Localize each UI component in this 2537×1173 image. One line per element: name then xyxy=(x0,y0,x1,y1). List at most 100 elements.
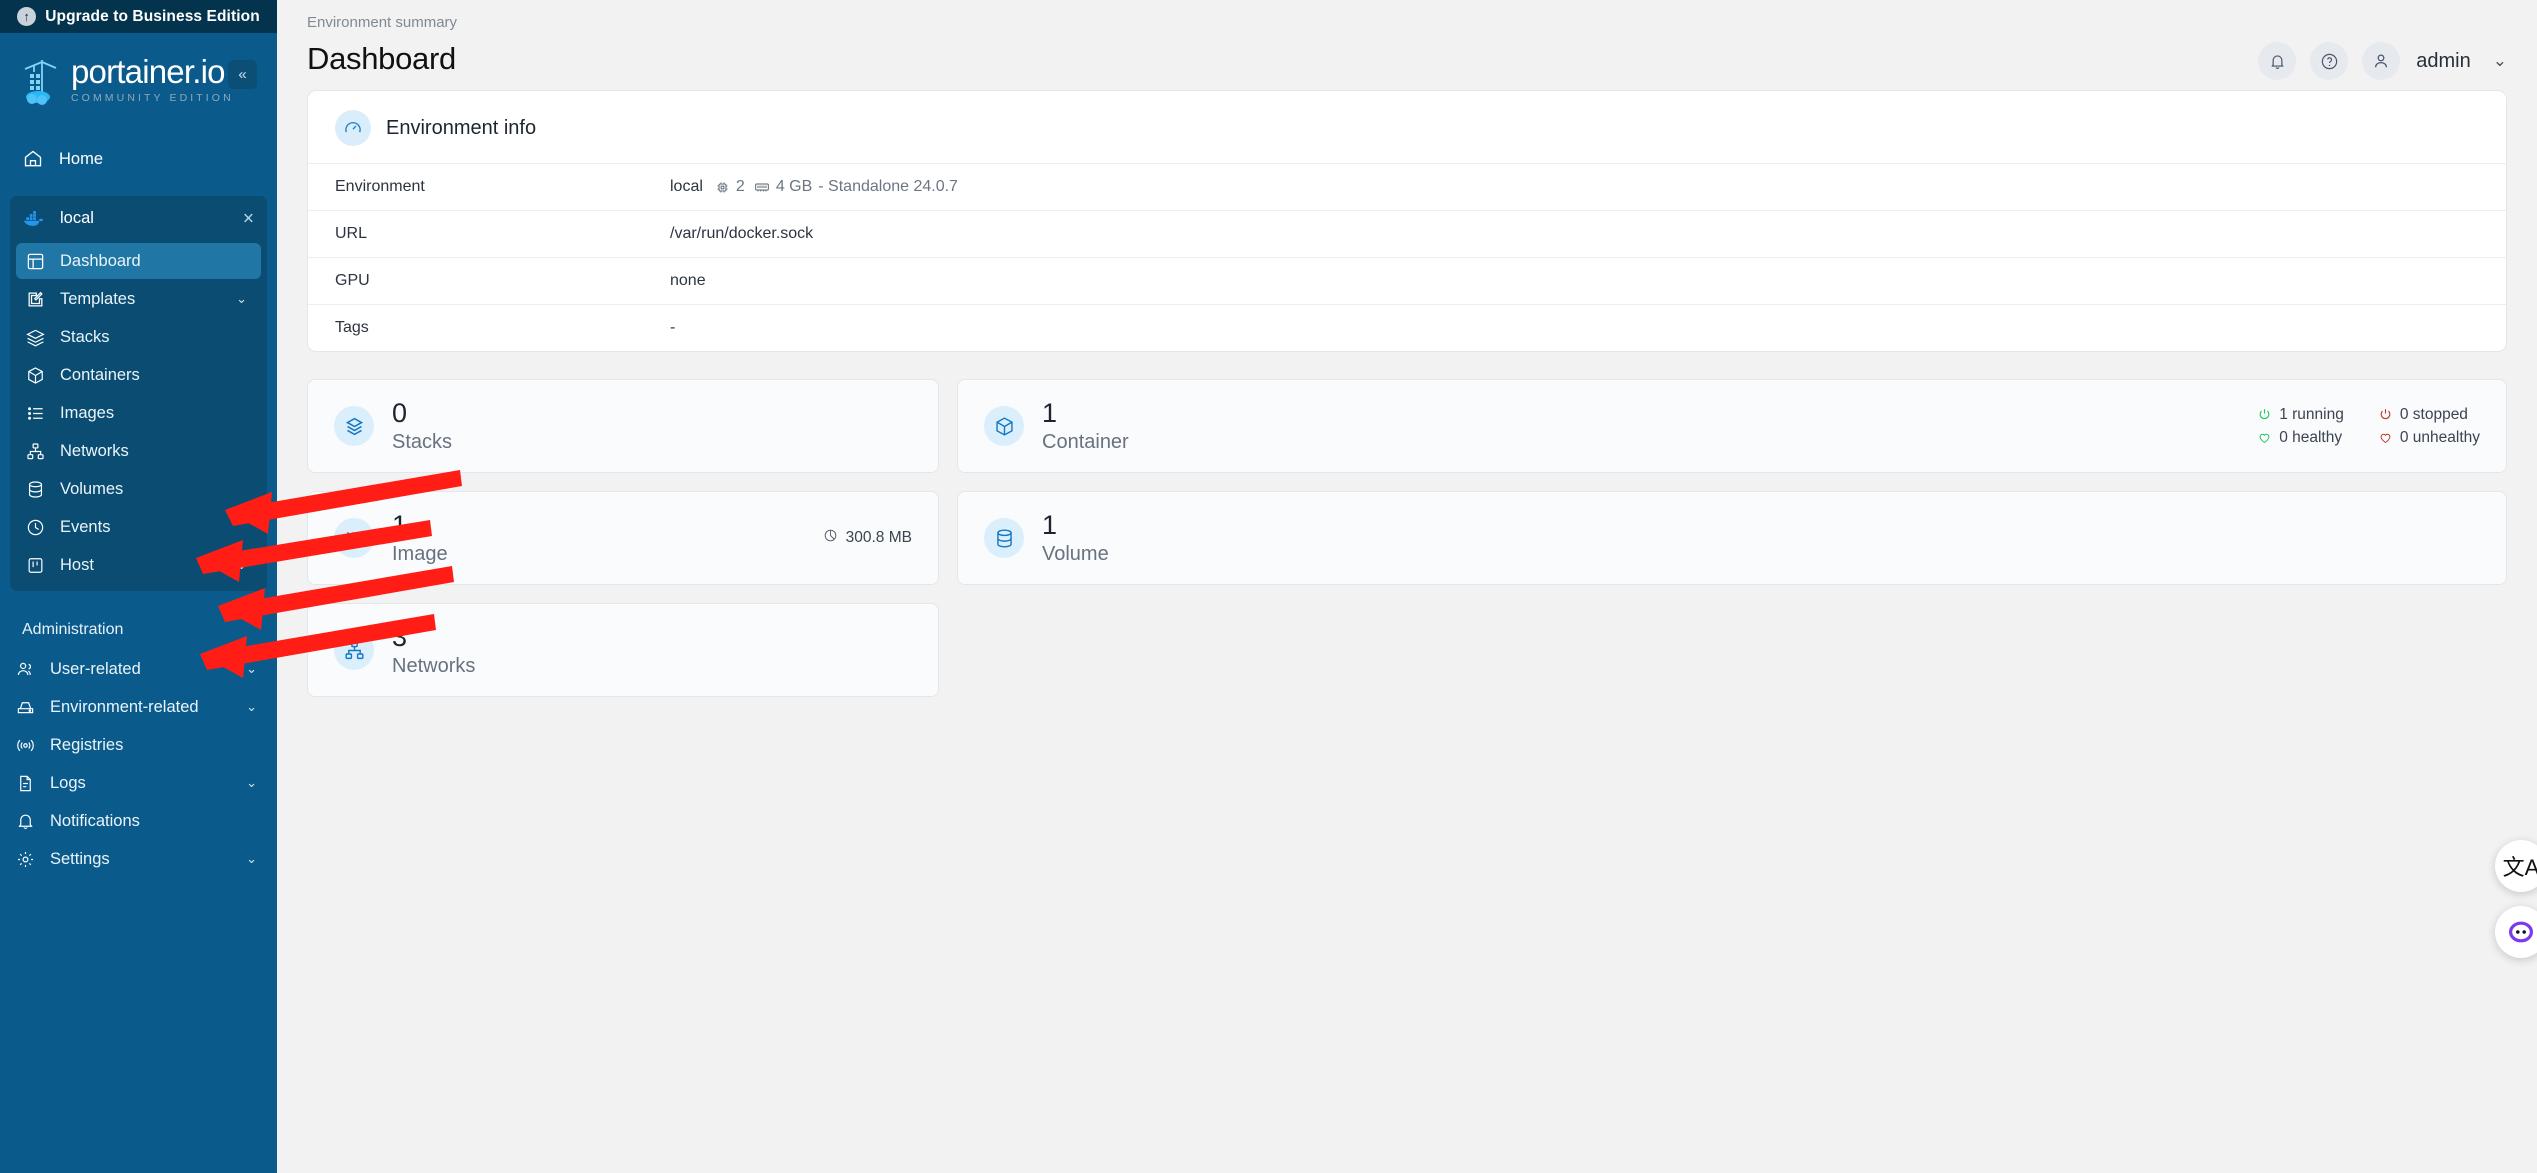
sidebar-item-containers[interactable]: Containers xyxy=(16,357,261,393)
images-label: Image xyxy=(392,542,448,565)
sidebar-item-home-label: Home xyxy=(59,149,104,168)
environment-info-card: Environment info Environment local 2 4 G… xyxy=(307,90,2507,352)
sidebar-item-images[interactable]: Images xyxy=(16,395,261,431)
list-icon xyxy=(334,518,374,558)
sidebar-item-notifications[interactable]: Notifications xyxy=(6,803,271,839)
help-button[interactable] xyxy=(2310,42,2349,80)
sidebar-item-registries[interactable]: Registries xyxy=(6,727,271,763)
sidebar-item-networks[interactable]: Networks xyxy=(16,433,261,469)
box-icon xyxy=(984,406,1024,446)
stat-card-volumes[interactable]: 1 Volume xyxy=(957,491,2507,585)
stat-text: 3 Networks xyxy=(392,622,475,679)
sidebar-item-environment-related-label: Environment-related xyxy=(50,697,199,716)
sidebar-item-host-label: Host xyxy=(60,555,94,574)
chevron-down-icon: ⌄ xyxy=(246,661,257,676)
home-icon xyxy=(22,149,44,169)
pie-chart-icon xyxy=(823,528,838,548)
containers-stopped: 0 stopped xyxy=(2378,406,2480,424)
upgrade-arrow-icon: ↑ xyxy=(17,7,37,26)
containers-unhealthy: 0 unhealthy xyxy=(2378,429,2480,447)
containers-status-grid: 1 running 0 stopped 0 healthy 0 unhealth… xyxy=(2257,406,2480,447)
sidebar-item-volumes[interactable]: Volumes xyxy=(16,471,261,507)
heart-icon xyxy=(2378,430,2393,445)
sidebar-item-logs[interactable]: Logs ⌄ xyxy=(6,765,271,801)
upgrade-banner[interactable]: ↑ Upgrade to Business Edition xyxy=(0,0,277,33)
sidebar-item-logs-label: Logs xyxy=(50,773,86,792)
layout-icon xyxy=(24,252,46,271)
sidebar-item-events[interactable]: Events xyxy=(16,509,261,545)
sidebar-item-settings[interactable]: Settings ⌄ xyxy=(6,841,271,877)
environment-group: local × Dashboard Templates ⌄ Stacks Con… xyxy=(10,196,267,591)
images-size-label: 300.8 MB xyxy=(845,529,912,546)
sidebar-item-events-label: Events xyxy=(60,517,111,536)
database-icon xyxy=(984,518,1024,558)
env-row-value: /var/run/docker.sock xyxy=(670,225,814,242)
stat-card-stacks[interactable]: 0 Stacks xyxy=(307,379,939,473)
containers-unhealthy-label: 0 unhealthy xyxy=(2399,428,2480,446)
notifications-button[interactable] xyxy=(2258,42,2297,80)
stacks-count: 0 xyxy=(392,397,408,428)
heart-icon xyxy=(2257,430,2272,445)
environment-header[interactable]: local × xyxy=(10,196,267,241)
avatar[interactable] xyxy=(2362,42,2401,80)
env-row-value: - xyxy=(670,319,676,336)
header-actions: admin ⌄ xyxy=(2258,42,2507,80)
database-icon xyxy=(24,480,46,499)
sidebar-item-stacks[interactable]: Stacks xyxy=(16,319,261,355)
volumes-label: Volume xyxy=(1042,542,1109,565)
sidebar-item-home[interactable]: Home xyxy=(10,140,267,178)
chevron-down-icon: ⌄ xyxy=(236,291,247,306)
containers-healthy-label: 0 healthy xyxy=(2279,428,2343,446)
stats-row-1: 0 Stacks 1 Container 1 running 0 stopped… xyxy=(307,379,2507,473)
sidebar-item-environment-related[interactable]: Environment-related ⌄ xyxy=(6,689,271,725)
networks-label: Networks xyxy=(392,654,476,677)
containers-stopped-label: 0 stopped xyxy=(2399,405,2468,423)
user-name[interactable]: admin xyxy=(2416,50,2470,73)
assistant-button[interactable] xyxy=(2495,906,2537,958)
chevron-down-icon: ⌄ xyxy=(246,775,257,790)
translate-button[interactable]: 文A xyxy=(2495,840,2537,892)
env-row-value: none xyxy=(670,272,706,289)
sidebar-item-user-related[interactable]: User-related ⌄ xyxy=(6,651,271,687)
collapse-sidebar-button[interactable]: « xyxy=(228,60,257,89)
env-row-environment: Environment local 2 4 GB - Standalone 24… xyxy=(308,163,2506,210)
gear-icon xyxy=(14,850,36,869)
box-icon xyxy=(24,366,46,385)
env-row-value: local 2 4 GB - Standalone 24.0.7 xyxy=(670,178,958,196)
sidebar-item-host[interactable]: Host ⌄ xyxy=(16,547,261,583)
sidebar-item-volumes-label: Volumes xyxy=(60,479,124,498)
close-environment-icon[interactable]: × xyxy=(243,209,254,228)
power-icon xyxy=(2257,407,2272,422)
sidebar-item-templates[interactable]: Templates ⌄ xyxy=(16,281,261,317)
env-row-gpu: GPU none xyxy=(308,257,2506,304)
stat-card-networks[interactable]: 3 Networks xyxy=(307,603,939,697)
network-icon xyxy=(334,630,374,670)
brand-name: portainer.io xyxy=(71,53,225,90)
chevron-down-icon[interactable]: ⌄ xyxy=(2493,51,2507,71)
stat-card-images[interactable]: 1 Image 300.8 MB xyxy=(307,491,939,585)
app-root: ↑ Upgrade to Business Edition portainer.… xyxy=(0,0,2537,1173)
environment-name: local xyxy=(60,209,94,227)
sidebar-item-stacks-label: Stacks xyxy=(60,327,110,346)
layers-icon xyxy=(334,406,374,446)
hard-drive-icon xyxy=(14,698,36,717)
power-icon xyxy=(2378,407,2393,422)
stat-card-containers[interactable]: 1 Container 1 running 0 stopped 0 health… xyxy=(957,379,2507,473)
sidebar-item-containers-label: Containers xyxy=(60,365,140,384)
file-text-icon xyxy=(14,774,36,793)
administration-section-title: Administration xyxy=(22,621,124,638)
stat-text: 1 Volume xyxy=(1042,510,1109,567)
network-icon xyxy=(24,442,46,461)
sidebar-item-dashboard[interactable]: Dashboard xyxy=(16,243,261,279)
containers-running-label: 1 running xyxy=(2279,405,2344,423)
images-count: 1 xyxy=(392,509,408,540)
brand-row: portainer.io COMMUNITY EDITION « xyxy=(0,33,277,106)
environment-suffix: - Standalone 24.0.7 xyxy=(818,178,958,195)
chevron-down-icon: ⌄ xyxy=(236,557,247,572)
environment-info-header: Environment info xyxy=(308,91,2506,163)
edit-square-icon xyxy=(24,290,46,309)
sidebar-item-user-related-label: User-related xyxy=(50,659,141,678)
list-icon xyxy=(24,404,46,423)
environment-info-title: Environment info xyxy=(386,116,537,139)
sidebar-item-registries-label: Registries xyxy=(50,735,124,754)
